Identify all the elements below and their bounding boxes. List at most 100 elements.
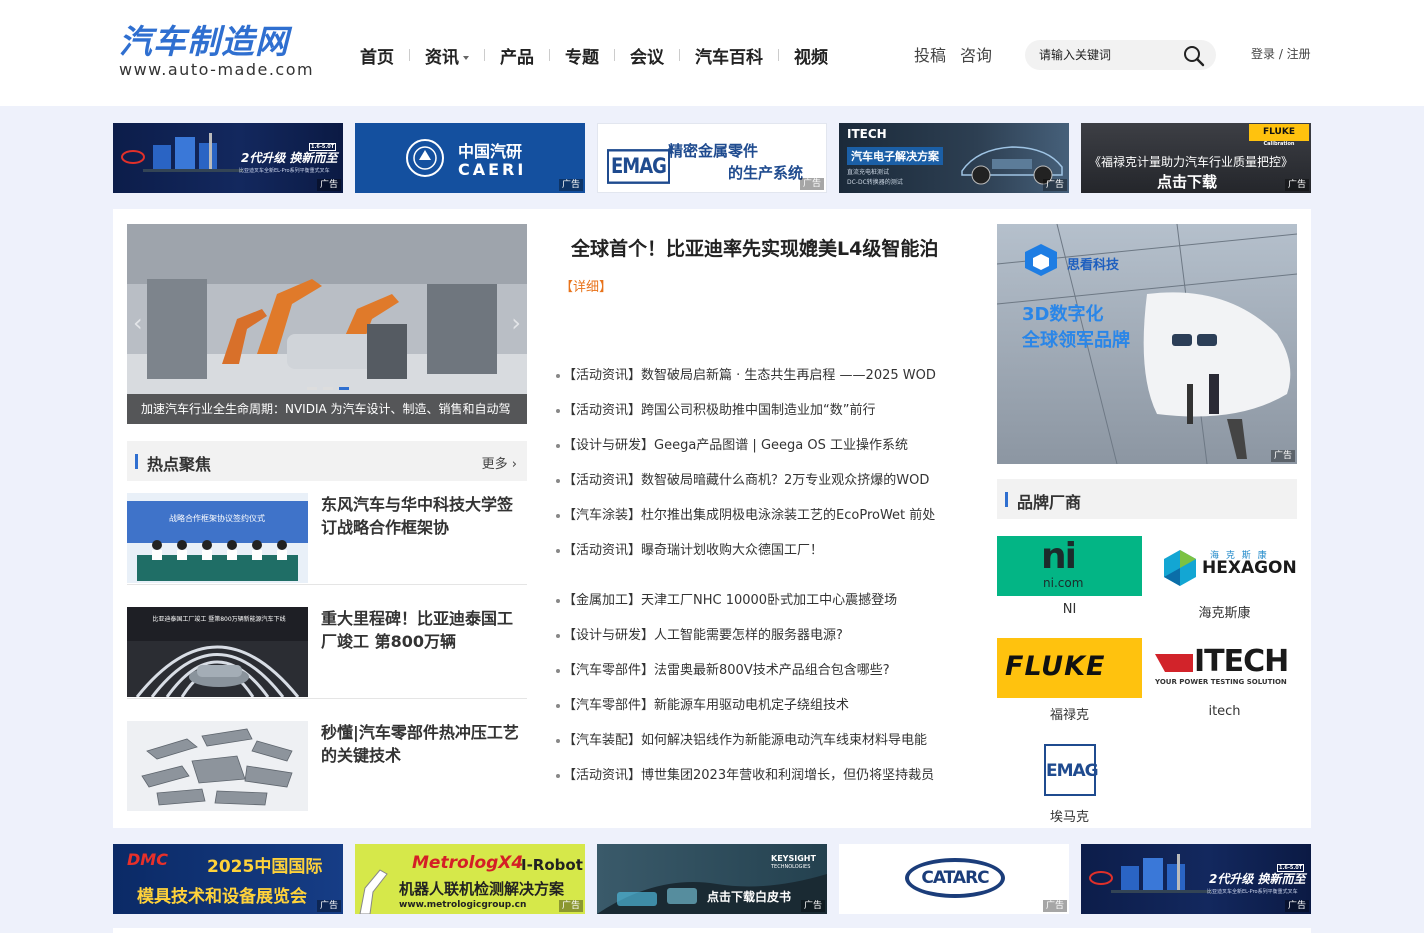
news-category[interactable]: 【活动资讯】 xyxy=(563,368,641,383)
list-item[interactable]: 比亚迪泰国工厂竣工 暨第800万辆新能源汽车下线 重大里程碑！比亚迪泰国工厂竣工… xyxy=(127,607,527,699)
news-item[interactable]: 【活动资讯】曝奇瑞计划收购大众德国工厂！ xyxy=(556,541,976,576)
catarc-ad[interactable]: CATARC 广告 xyxy=(839,844,1069,914)
ad-subtitle: 直流充电桩测试 xyxy=(847,169,890,176)
hot-item-title[interactable]: 秒懂|汽车零部件热冲压工艺的关键技术 xyxy=(321,721,526,767)
news-title[interactable]: 天津工厂NHC 10000卧式加工中心震撼登场 xyxy=(641,593,897,608)
news-title[interactable]: 新能源车用驱动电机定子绕组技术 xyxy=(654,698,849,713)
dmc-ad[interactable]: DMC 2025中国国际 模具技术和设备展览会 广告 xyxy=(113,844,343,914)
news-title[interactable]: 跨国公司积极助推中国制造业加“数”前行 xyxy=(641,403,875,418)
nav-topics[interactable]: 专题 xyxy=(550,43,614,68)
news-category[interactable]: 【活动资讯】 xyxy=(563,768,641,783)
news-item[interactable]: 【金属加工】天津工厂NHC 10000卧式加工中心震撼登场 xyxy=(556,591,976,626)
itech-ad[interactable]: ITECH 汽车电子解决方案 直流充电桩测试 DC-DC转换器的测试 广告 xyxy=(839,123,1069,193)
news-item[interactable]: 【设计与研发】人工智能需要怎样的服务器电源? xyxy=(556,626,976,661)
slider-caption[interactable]: 加速汽车行业全生命周期：NVIDIA 为汽车设计、制造、销售和自动驾 xyxy=(127,394,527,424)
ad-tag: 广告 xyxy=(558,900,583,912)
news-title[interactable]: 人工智能需要怎样的服务器电源? xyxy=(654,628,843,643)
more-link[interactable]: 更多 › xyxy=(482,453,517,472)
news-item[interactable]: 【活动资讯】数智破局启新篇 · 生态共生再启程 ——2025 WOD xyxy=(556,366,976,401)
brand-emag[interactable]: EMAG 埃马克 xyxy=(997,740,1142,825)
news-category[interactable]: 【金属加工】 xyxy=(563,593,641,608)
news-title[interactable]: 数智破局启新篇 · 生态共生再启程 ——2025 WOD xyxy=(641,368,936,383)
news-title[interactable]: Geega产品图谱 | Geega OS 工业操作系统 xyxy=(654,438,908,453)
brands-header: 品牌厂商 xyxy=(997,479,1297,519)
nav-encyclopedia[interactable]: 汽车百科 xyxy=(680,43,778,68)
byd-ad-2[interactable]: 2代升级 换新而至 比亚迪叉车全新EL-Pro系列平衡重式叉车 1.6-5.0T… xyxy=(1081,844,1311,914)
news-item[interactable]: 【汽车零部件】新能源车用驱动电机定子绕组技术 xyxy=(556,696,976,731)
byd-ad[interactable]: 2代升级 换新而至 比亚迪叉车全新EL-Pro系列平衡重式叉车 1.6-5.0T… xyxy=(113,123,343,193)
ad-headline: 2025中国国际 xyxy=(207,857,323,877)
emag-ad[interactable]: EMAG 精密金属零件 的生产系统 广告 xyxy=(597,123,827,193)
slider-next-icon[interactable]: › xyxy=(511,309,521,337)
hot-item-title[interactable]: 东风汽车与华中科技大学签订战略合作框架协 xyxy=(321,493,526,539)
slider-dot[interactable] xyxy=(323,387,333,390)
brand-hexagon[interactable]: 海 克 斯 康 HEXAGON 海克斯康 xyxy=(1152,536,1297,621)
hot-item-title[interactable]: 重大里程碑！比亚迪泰国工厂竣工 第800万辆 xyxy=(321,607,526,653)
scantech-ad[interactable]: 思看科技 3D数字化 全球领军品牌 广告 xyxy=(997,224,1297,464)
news-category[interactable]: 【汽车涂装】 xyxy=(563,508,641,523)
logo-title: 汽车制造网 xyxy=(119,22,289,61)
news-title[interactable]: 如何解决铝线作为新能源电动汽车线束材料导电能 xyxy=(641,733,927,748)
nav-home[interactable]: 首页 xyxy=(345,43,409,68)
nav-conference[interactable]: 会议 xyxy=(615,43,679,68)
ad-subtitle-2: DC-DC转换器的测试 xyxy=(847,179,903,186)
news-title[interactable]: 法雷奥最新800V技术产品组合包含哪些? xyxy=(654,663,890,678)
brand-fluke[interactable]: FLUKE 福禄克 xyxy=(997,638,1142,723)
image-slider[interactable]: ‹ › 加速汽车行业全生命周期：NVIDIA 为汽车设计、制造、销售和自动驾 xyxy=(127,224,527,424)
slider-dot-active[interactable] xyxy=(339,387,349,390)
news-category[interactable]: 【活动资讯】 xyxy=(563,403,641,418)
list-item[interactable]: 秒懂|汽车零部件热冲压工艺的关键技术 xyxy=(127,721,527,813)
search-icon[interactable] xyxy=(1182,44,1206,68)
news-item[interactable]: 【活动资讯】数智破局暗藏什么商机？2万专业观众挤爆的WOD xyxy=(556,471,976,506)
news-item[interactable]: 【活动资讯】博世集团2023年营收和利润增长，但仍将坚持裁员 xyxy=(556,766,976,801)
news-category[interactable]: 【汽车装配】 xyxy=(563,733,641,748)
nav-video[interactable]: 视频 xyxy=(779,43,843,68)
login-register-link[interactable]: 登录 / 注册 xyxy=(1251,45,1311,62)
nav-news[interactable]: 资讯 xyxy=(410,43,484,68)
slider-prev-icon[interactable]: ‹ xyxy=(133,309,143,337)
nav-products[interactable]: 产品 xyxy=(485,43,549,68)
slider-dot[interactable] xyxy=(307,387,317,390)
search-input[interactable] xyxy=(1025,40,1165,70)
news-item[interactable]: 【汽车装配】如何解决铝线作为新能源电动汽车线束材料导电能 xyxy=(556,731,976,766)
bottom-ad-row: DMC 2025中国国际 模具技术和设备展览会 广告 MetrologX4 I-… xyxy=(113,844,1311,914)
metrologic-ad[interactable]: MetrologX4 I-Robot 机器人联机检测解决方案 www.metro… xyxy=(355,844,585,914)
news-title[interactable]: 博世集团2023年营收和利润增长，但仍将坚持裁员 xyxy=(641,768,934,783)
emag-logo-text: EMAG xyxy=(1044,744,1099,796)
ad-tag: 广告 xyxy=(316,900,341,912)
site-logo[interactable]: 汽车制造网 www.auto-made.com xyxy=(119,24,329,80)
hexagon-logo: 海 克 斯 康 HEXAGON xyxy=(1152,536,1297,596)
news-category[interactable]: 【汽车零部件】 xyxy=(563,663,654,678)
brand-itech[interactable]: ITECH YOUR POWER TESTING SOLUTION itech xyxy=(1152,638,1297,719)
caeri-ad[interactable]: 中国汽研 CAERI 广告 xyxy=(355,123,585,193)
news-category[interactable]: 【活动资讯】 xyxy=(563,543,641,558)
news-title[interactable]: 数智破局暗藏什么商机？2万专业观众挤爆的WOD xyxy=(641,473,929,488)
list-item[interactable]: 战略合作框架协议签约仪式 东风汽车与华中科技大学签订战略合作框架协 xyxy=(127,493,527,585)
ad-headline: 汽车电子解决方案 xyxy=(847,147,943,165)
logo-url: www.auto-made.com xyxy=(119,60,315,79)
news-title[interactable]: 曝奇瑞计划收购大众德国工厂！ xyxy=(641,543,823,558)
headline-title[interactable]: 全球首个！比亚迪率先实现媲美L4级智能泊 xyxy=(571,234,938,261)
news-item[interactable]: 【汽车零部件】法雷奥最新800V技术产品组合包含哪些? xyxy=(556,661,976,696)
keysight-ad[interactable]: KEYSIGHT TECHNOLOGIES 点击下载白皮书 广告 xyxy=(597,844,827,914)
detail-link[interactable]: 【详细】 xyxy=(560,276,612,295)
news-title[interactable]: 杜尔推出集成阴极电泳涂装工艺的EcoProWet 前处 xyxy=(641,508,935,523)
ad-headline: 2代升级 换新而至 xyxy=(1209,872,1306,886)
news-item[interactable]: 【汽车涂装】杜尔推出集成阴极电泳涂装工艺的EcoProWet 前处 xyxy=(556,506,976,541)
contribute-link[interactable]: 投稿 xyxy=(914,42,946,66)
news-category[interactable]: 【汽车零部件】 xyxy=(563,698,654,713)
bullet-icon xyxy=(556,513,560,518)
fluke-ad[interactable]: FLUKE Calibration 《福禄克计量助力汽车行业质量把控》 点击下载… xyxy=(1081,123,1311,193)
ad-capacity-badge: 1.6-5.0T xyxy=(1277,864,1305,872)
more-label: 更多 xyxy=(481,457,508,472)
main-nav: 首页 资讯 产品 专题 会议 汽车百科 视频 xyxy=(345,40,843,70)
ad-tag: 广告 xyxy=(799,178,824,190)
news-category[interactable]: 【设计与研发】 xyxy=(563,438,654,453)
news-item[interactable]: 【活动资讯】跨国公司积极助推中国制造业加“数”前行 xyxy=(556,401,976,436)
news-category[interactable]: 【活动资讯】 xyxy=(563,473,641,488)
itech-logo: ITECH YOUR POWER TESTING SOLUTION xyxy=(1152,638,1297,698)
news-category[interactable]: 【设计与研发】 xyxy=(563,628,654,643)
brand-ni[interactable]: ni ni.com NI xyxy=(997,536,1142,617)
consult-link[interactable]: 咨询 xyxy=(960,42,992,66)
news-item[interactable]: 【设计与研发】Geega产品图谱 | Geega OS 工业操作系统 xyxy=(556,436,976,471)
